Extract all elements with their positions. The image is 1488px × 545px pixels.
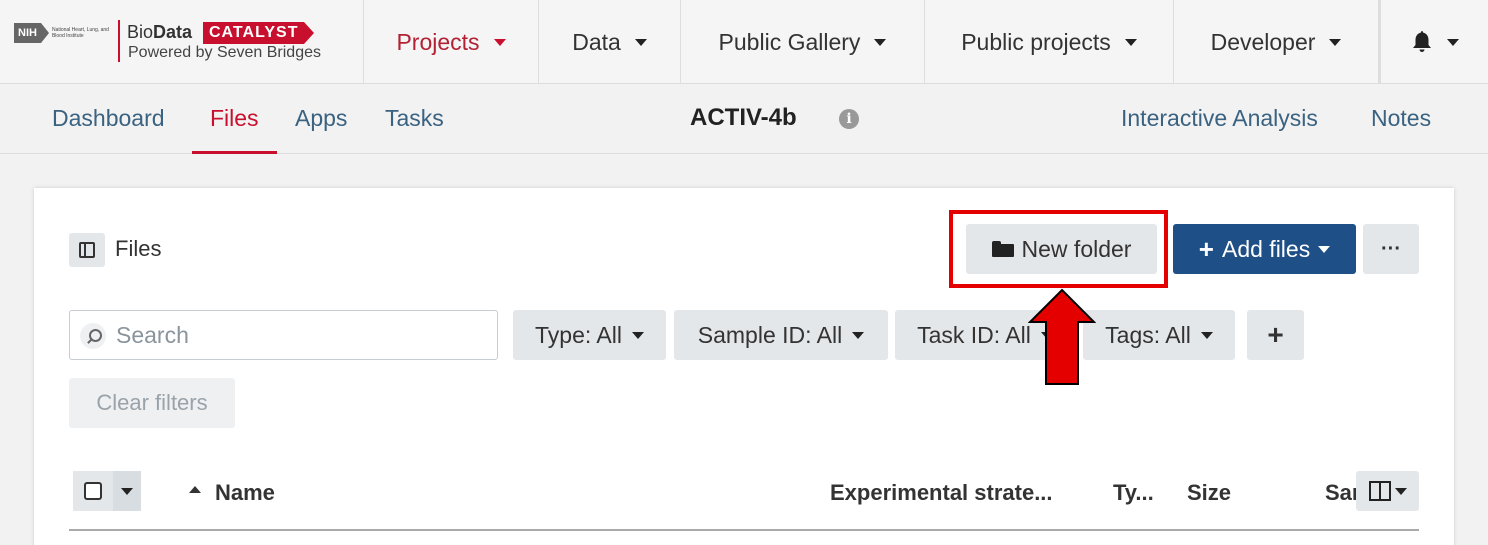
tab-files[interactable]: Files — [192, 84, 277, 154]
catalyst-wordmark: CATALYST — [203, 22, 316, 44]
select-options-dropdown[interactable] — [113, 471, 141, 511]
columns-icon — [1368, 481, 1391, 501]
nav-notifications[interactable] — [1379, 0, 1488, 84]
nav-projects-label: Projects — [396, 28, 480, 55]
chevron-down-icon — [1318, 245, 1331, 253]
chevron-down-icon — [1124, 38, 1137, 46]
add-files-button[interactable]: + Add files — [1173, 224, 1356, 274]
filter-type[interactable]: Type: All — [513, 310, 666, 360]
chevron-down-icon — [634, 38, 647, 46]
search-field[interactable] — [69, 310, 498, 360]
info-icon[interactable]: i — [839, 109, 859, 129]
tab-tasks[interactable]: Tasks — [385, 84, 444, 154]
column-size[interactable]: Size — [1187, 478, 1231, 508]
filter-sample-id-label: Sample ID: All — [697, 321, 843, 348]
nav-public-projects[interactable]: Public projects — [925, 0, 1174, 84]
project-subnav: Dashboard Files Apps Tasks ACTIV-4b i In… — [0, 84, 1488, 154]
plus-icon: + — [1198, 233, 1214, 264]
project-title: ACTIV-4b — [690, 104, 797, 131]
chevron-down-icon — [852, 331, 865, 339]
powered-by-text: Powered by Seven Bridges — [128, 44, 321, 61]
nih-label: NIH — [14, 23, 41, 43]
biodata-wordmark: BioData — [127, 22, 193, 42]
tab-interactive-analysis[interactable]: Interactive Analysis — [1121, 84, 1318, 154]
filter-tags-label: Tags: All — [1105, 321, 1191, 348]
nav-projects[interactable]: Projects — [364, 0, 539, 84]
column-experimental-strategy[interactable]: Experimental strate... — [830, 478, 1053, 508]
nav-data-label: Data — [572, 28, 621, 55]
ellipsis-icon: ··· — [1381, 237, 1401, 260]
search-icon — [80, 323, 106, 349]
nav-developer[interactable]: Developer — [1174, 0, 1379, 84]
more-options-button[interactable]: ··· — [1363, 224, 1419, 274]
select-all-checkbox[interactable] — [73, 471, 113, 511]
tab-apps[interactable]: Apps — [295, 84, 347, 154]
annotation-highlight-box — [949, 210, 1168, 288]
add-filter-button[interactable]: + — [1247, 310, 1304, 360]
chevron-down-icon — [1394, 487, 1407, 495]
filter-task-id-label: Task ID: All — [917, 321, 1031, 348]
sidebar-toggle-button[interactable] — [69, 233, 105, 267]
filter-sample-id[interactable]: Sample ID: All — [674, 310, 888, 360]
nih-logo: NIH National Heart, Lung, and Blood Inst… — [14, 23, 112, 43]
top-navbar: NIH National Heart, Lung, and Blood Inst… — [0, 0, 1488, 84]
tab-dashboard[interactable]: Dashboard — [52, 84, 165, 154]
select-all-control — [73, 471, 143, 511]
nav-developer-label: Developer — [1210, 28, 1316, 55]
chevron-down-icon — [631, 331, 644, 339]
chevron-down-icon — [1329, 38, 1342, 46]
nav-data[interactable]: Data — [539, 0, 681, 84]
chevron-down-icon — [1200, 331, 1213, 339]
chevron-down-icon — [1446, 38, 1459, 46]
sort-ascending-icon[interactable] — [189, 486, 201, 493]
bell-icon — [1412, 31, 1431, 52]
sidebar-toggle-icon — [79, 242, 95, 258]
chevron-down-icon — [121, 487, 133, 495]
nav-public-gallery-label: Public Gallery — [718, 28, 861, 55]
column-name[interactable]: Name — [215, 478, 275, 508]
brand-logo[interactable]: NIH National Heart, Lung, and Blood Inst… — [0, 0, 364, 84]
chevron-down-icon — [493, 38, 506, 46]
nav-public-gallery[interactable]: Public Gallery — [681, 0, 925, 84]
tab-notes[interactable]: Notes — [1371, 84, 1431, 154]
column-type[interactable]: Ty... — [1113, 478, 1154, 508]
filter-type-label: Type: All — [535, 321, 622, 348]
files-heading: Files — [115, 236, 162, 261]
nih-institute: National Heart, Lung, and Blood Institut… — [51, 27, 109, 39]
clear-filters-button[interactable]: Clear filters — [69, 378, 235, 428]
files-panel: Files New folder + Add files ··· Type: A… — [34, 188, 1454, 545]
annotation-arrow-icon — [1028, 288, 1096, 385]
search-input[interactable] — [116, 311, 486, 359]
filter-tags[interactable]: Tags: All — [1083, 310, 1235, 360]
files-table-header: Name Experimental strate... Ty... Size S… — [69, 471, 1419, 531]
nav-public-projects-label: Public projects — [961, 28, 1111, 55]
chevron-down-icon — [874, 38, 887, 46]
column-settings-button[interactable] — [1356, 471, 1419, 511]
add-files-label: Add files — [1221, 235, 1311, 262]
plus-icon: + — [1267, 319, 1284, 350]
